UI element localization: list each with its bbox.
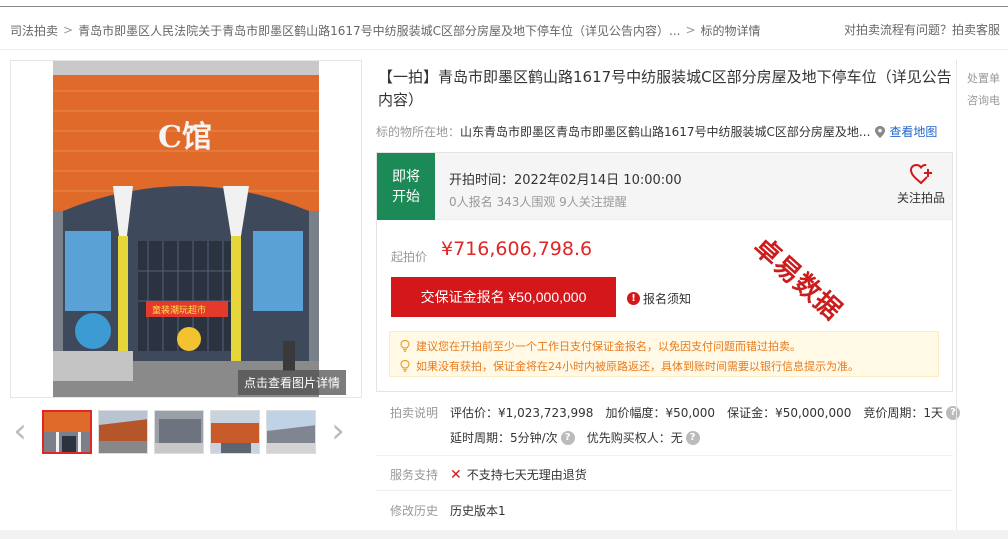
tip-text: 建议您在开拍前至少一个工作日支付保证金报名，以免因支付问题而错过拍卖。: [416, 340, 801, 353]
registration-notice[interactable]: ! 报名须知: [627, 290, 691, 307]
history-row: 修改历史 历史版本1: [390, 502, 506, 519]
history-value[interactable]: 历史版本1: [450, 502, 506, 519]
auction-terms-label: 拍卖说明: [390, 406, 439, 420]
follow-label: 关注拍品: [896, 191, 945, 205]
auction-panel: 即将 开始 开拍时间：2022年02月14日 10:00:00 0人报名 343…: [376, 152, 953, 392]
tip-item: 如果没有获拍，保证金将在24小时内被原路返还，具体到账时间需要以银行信息提示为准…: [400, 358, 859, 374]
lightbulb-icon: [400, 340, 410, 352]
alert-icon: !: [627, 292, 640, 305]
location-row: 标的物所在地： 山东青岛市即墨区青岛市即墨区鹤山路1617号中纺服装城C区部分房…: [376, 123, 937, 140]
breadcrumb: 司法拍卖 > 青岛市即墨区人民法院关于青岛市即墨区鹤山路1617号中纺服装城C区…: [10, 20, 761, 40]
priority-buyer-value: 优先购买权人：无: [586, 431, 683, 445]
participation-counts: 0人报名 343人围观 9人关注提醒: [449, 195, 627, 209]
history-label: 修改历史: [390, 504, 439, 518]
breadcrumb-item-judicial-auction[interactable]: 司法拍卖: [10, 22, 58, 39]
top-border: [0, 6, 1008, 7]
thumbnail[interactable]: [42, 410, 92, 454]
thumbnail[interactable]: [154, 410, 204, 454]
close-icon: ✕: [450, 466, 462, 483]
status-badge: 即将 开始: [377, 153, 435, 220]
view-map-link[interactable]: 查看地图: [889, 123, 937, 140]
breadcrumb-item-current: 标的物详情: [700, 23, 761, 38]
service-label: 服务支持: [390, 468, 439, 482]
main-photo[interactable]: C馆 童装潮玩超市 点击查看图片详情: [10, 60, 362, 398]
service-value: 不支持七天无理由退货: [466, 468, 587, 482]
section-divider: [376, 455, 953, 456]
right-sidebar: 处置单 咨询电: [956, 60, 1008, 530]
header-divider: [0, 49, 1008, 50]
delay-cycle-value: 延时周期：5分钟/次: [450, 431, 558, 445]
appraisal-value: 评估价：¥1,023,723,998: [450, 406, 594, 420]
help-icon[interactable]: ?: [685, 430, 700, 445]
map-pin-icon: [875, 125, 886, 138]
thumbnail[interactable]: [266, 410, 316, 454]
tips-box: 建议您在开拍前至少一个工作日支付保证金报名，以免因支付问题而错过拍卖。 如果没有…: [389, 331, 939, 377]
location-label: 标的物所在地：: [376, 125, 461, 139]
start-price: ¥716,606,798.6: [441, 238, 593, 260]
breadcrumb-separator: >: [685, 23, 696, 37]
heart-plus-icon: [909, 163, 932, 184]
start-time: 开拍时间：2022年02月14日 10:00:00: [449, 173, 682, 188]
watermark: 卓易数据: [747, 232, 848, 327]
location-value: 山东青岛市即墨区青岛市即墨区鹤山路1617号中纺服装城C区部分房屋及地...: [460, 125, 871, 139]
start-price-label: 起拍价: [391, 250, 428, 264]
lightbulb-icon: [400, 360, 410, 372]
deposit-value: 保证金：¥50,000,000: [727, 406, 852, 420]
tip-item: 建议您在开拍前至少一个工作日支付保证金报名，以免因支付问题而错过拍卖。: [400, 338, 801, 354]
thumbnail[interactable]: [98, 410, 148, 454]
auction-terms-row: 拍卖说明 评估价：¥1,023,723,998 加价幅度：¥50,000 保证金…: [390, 404, 961, 421]
follow-button[interactable]: 关注拍品: [893, 163, 949, 206]
help-link[interactable]: 对拍卖流程有问题？拍卖客服: [844, 20, 1008, 40]
sidebar-contact-phone: 咨询电: [967, 94, 1000, 107]
auction-title: 【一拍】青岛市即墨区鹤山路1617号中纺服装城C区部分房屋及地下停车位（详见公告…: [378, 68, 952, 109]
building-sign: C馆: [158, 120, 212, 155]
status-line-1: 即将: [392, 169, 420, 185]
building-photo: C馆 童装潮玩超市: [53, 61, 319, 397]
breadcrumb-separator: >: [63, 23, 74, 37]
prev-thumbnail-button[interactable]: ‹: [10, 414, 30, 450]
bid-cycle-value: 竞价周期：1天: [863, 406, 944, 420]
increment-value: 加价幅度：¥50,000: [605, 406, 716, 420]
auction-terms-row-2: 延时周期：5分钟/次 ? 优先购买权人：无 ?: [450, 429, 700, 446]
notice-label: 报名须知: [643, 292, 692, 306]
status-band: 即将 开始 开拍时间：2022年02月14日 10:00:00 0人报名 343…: [377, 153, 952, 220]
service-row: 服务支持 ✕ 不支持七天无理由退货: [390, 466, 587, 483]
pay-deposit-button[interactable]: 交保证金报名 ¥50,000,000: [391, 277, 616, 317]
help-icon[interactable]: ?: [560, 430, 575, 445]
next-thumbnail-button[interactable]: ›: [328, 414, 348, 450]
section-divider: [376, 490, 953, 491]
thumbnail[interactable]: [210, 410, 260, 454]
tip-text: 如果没有获拍，保证金将在24小时内被原路返还，具体到账时间需要以银行信息提示为准…: [416, 360, 859, 373]
view-photo-details[interactable]: 点击查看图片详情: [237, 370, 346, 395]
thumbnail-strip: ‹ ›: [10, 406, 362, 460]
bottom-bar: [0, 530, 1008, 539]
status-line-2: 开始: [392, 189, 420, 205]
breadcrumb-item-announcement[interactable]: 青岛市即墨区人民法院关于青岛市即墨区鹤山路1617号中纺服装城C区部分房屋及地下…: [78, 22, 680, 39]
sidebar-disposal-unit: 处置单: [967, 72, 1000, 85]
store-sign: 童装潮玩超市: [152, 304, 206, 316]
